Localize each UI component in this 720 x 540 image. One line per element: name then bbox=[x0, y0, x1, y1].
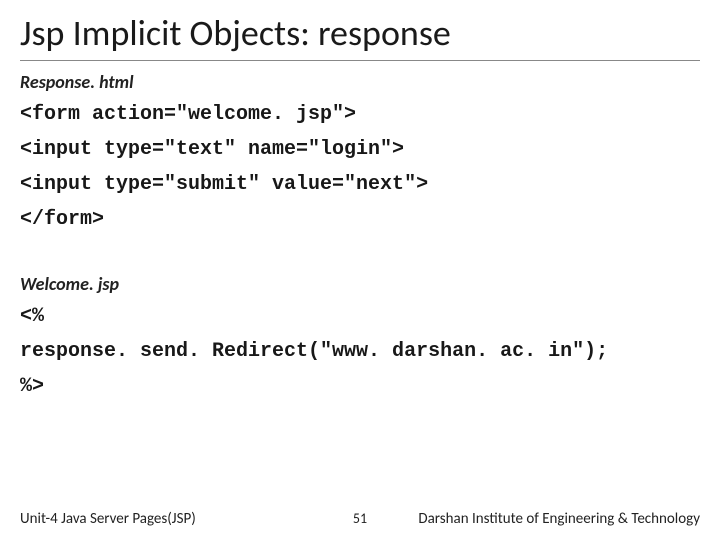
footer-left: Unit-4 Java Server Pages(JSP) bbox=[20, 510, 196, 528]
section2-code: <% response. send. Redirect("www. darsha… bbox=[20, 299, 700, 404]
section1-heading: Response. html bbox=[20, 71, 700, 93]
slide-footer: Unit-4 Java Server Pages(JSP) 51 Darshan… bbox=[0, 510, 720, 528]
section1-code: <form action="welcome. jsp"> <input type… bbox=[20, 97, 700, 237]
section2-heading: Welcome. jsp bbox=[20, 273, 700, 295]
footer-right: Darshan Institute of Engineering & Techn… bbox=[418, 510, 700, 528]
slide-title: Jsp Implicit Objects: response bbox=[20, 14, 700, 61]
page-number: 51 bbox=[353, 510, 367, 527]
